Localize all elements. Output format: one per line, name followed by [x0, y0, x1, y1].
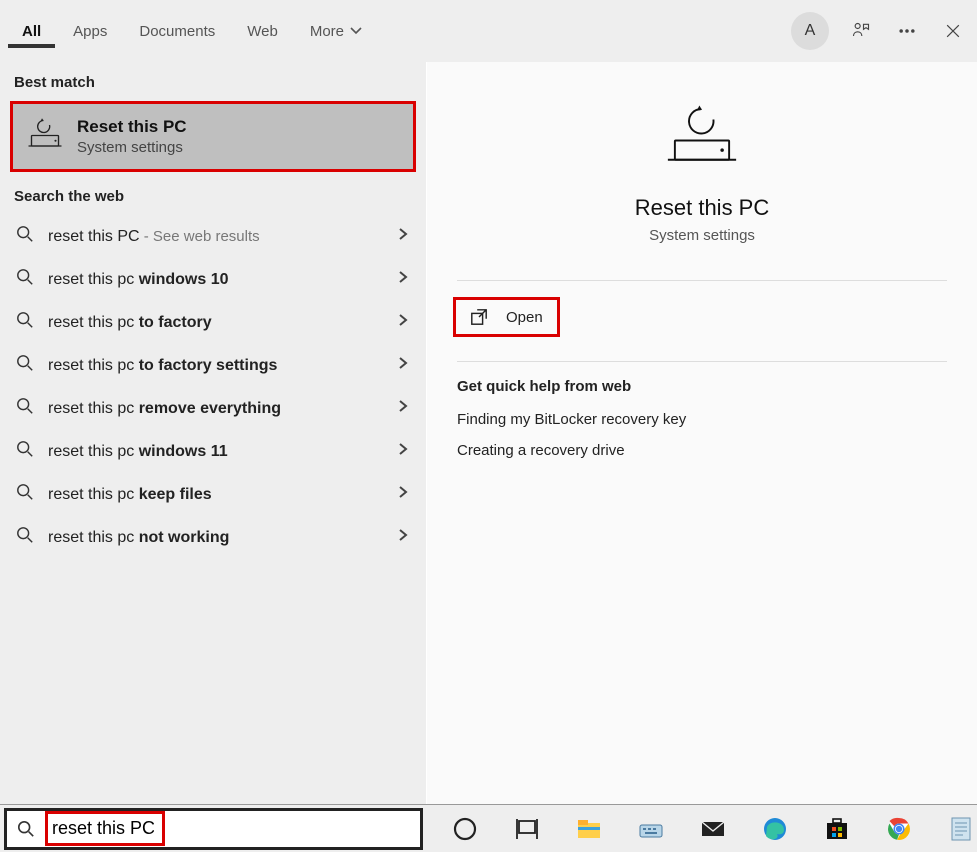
edge-icon[interactable]	[759, 813, 791, 845]
web-result[interactable]: reset this PC - See web results	[0, 215, 426, 258]
web-result[interactable]: reset this pc to factory	[0, 301, 426, 344]
chevron-down-icon	[350, 27, 362, 35]
search-input[interactable]	[45, 811, 165, 846]
feedback-icon[interactable]	[847, 17, 875, 45]
task-view-icon[interactable]	[511, 813, 543, 845]
search-icon	[17, 820, 35, 838]
best-match-result[interactable]: Reset this PC System settings	[10, 101, 416, 172]
tab-web[interactable]: Web	[233, 15, 292, 48]
taskbar	[0, 804, 977, 852]
help-link-bitlocker[interactable]: Finding my BitLocker recovery key	[457, 411, 947, 428]
tab-more[interactable]: More	[296, 15, 376, 48]
chevron-right-icon	[398, 313, 408, 332]
chevron-right-icon	[398, 485, 408, 504]
open-icon	[470, 308, 488, 326]
search-icon	[16, 311, 34, 334]
best-match-title: Reset this PC	[77, 117, 187, 137]
web-result[interactable]: reset this pc to factory settings	[0, 344, 426, 387]
store-icon[interactable]	[821, 813, 853, 845]
help-title: Get quick help from web	[457, 378, 947, 395]
open-button[interactable]: Open	[453, 297, 560, 337]
open-label: Open	[506, 309, 543, 326]
search-icon	[16, 526, 34, 549]
best-match-subtitle: System settings	[77, 139, 187, 156]
search-icon	[16, 225, 34, 248]
web-result-label: reset this pc to factory	[48, 314, 384, 332]
tab-documents[interactable]: Documents	[125, 15, 229, 48]
preview-panel: Reset this PC System settings Open Get q…	[426, 62, 977, 804]
best-match-text: Reset this PC System settings	[77, 117, 187, 156]
search-icon	[16, 483, 34, 506]
web-result-label: reset this pc keep files	[48, 486, 384, 504]
reset-pc-icon	[27, 116, 63, 157]
mail-icon[interactable]	[697, 813, 729, 845]
results-panel: Best match Reset this PC System settings…	[0, 62, 426, 804]
file-explorer-icon[interactable]	[573, 813, 605, 845]
preview-title: Reset this PC	[447, 195, 957, 221]
divider	[457, 361, 947, 362]
tab-all[interactable]: All	[8, 15, 55, 48]
keyboard-icon[interactable]	[635, 813, 667, 845]
chevron-right-icon	[398, 442, 408, 461]
chevron-right-icon	[398, 528, 408, 547]
web-result[interactable]: reset this pc not working	[0, 516, 426, 559]
help-link-recovery-drive[interactable]: Creating a recovery drive	[457, 442, 947, 459]
close-icon[interactable]	[939, 17, 967, 45]
tab-apps[interactable]: Apps	[59, 15, 121, 48]
chevron-right-icon	[398, 356, 408, 375]
web-result-label: reset this pc windows 11	[48, 443, 384, 461]
web-result[interactable]: reset this pc windows 10	[0, 258, 426, 301]
reset-pc-large-icon	[662, 159, 742, 176]
web-result[interactable]: reset this pc keep files	[0, 473, 426, 516]
web-result-label: reset this pc not working	[48, 529, 384, 547]
more-options-icon[interactable]	[893, 17, 921, 45]
top-right-controls: A	[791, 12, 967, 50]
cortana-icon[interactable]	[449, 813, 481, 845]
filter-tabs: All Apps Documents Web More A	[0, 0, 977, 62]
avatar[interactable]: A	[791, 12, 829, 50]
web-result-label: reset this PC - See web results	[48, 228, 384, 246]
web-result[interactable]: reset this pc windows 11	[0, 430, 426, 473]
divider	[457, 280, 947, 281]
tab-more-label: More	[310, 23, 344, 40]
web-result[interactable]: reset this pc remove everything	[0, 387, 426, 430]
search-icon	[16, 268, 34, 291]
notepad-icon[interactable]	[945, 813, 977, 845]
chevron-right-icon	[398, 227, 408, 246]
chrome-icon[interactable]	[883, 813, 915, 845]
search-icon	[16, 397, 34, 420]
web-result-label: reset this pc windows 10	[48, 271, 384, 289]
chevron-right-icon	[398, 399, 408, 418]
search-box[interactable]	[4, 808, 423, 850]
search-icon	[16, 354, 34, 377]
search-icon	[16, 440, 34, 463]
section-best-match: Best match	[0, 62, 426, 101]
section-search-web: Search the web	[0, 176, 426, 215]
web-result-label: reset this pc to factory settings	[48, 357, 384, 375]
web-result-label: reset this pc remove everything	[48, 400, 384, 418]
chevron-right-icon	[398, 270, 408, 289]
preview-subtitle: System settings	[447, 227, 957, 244]
